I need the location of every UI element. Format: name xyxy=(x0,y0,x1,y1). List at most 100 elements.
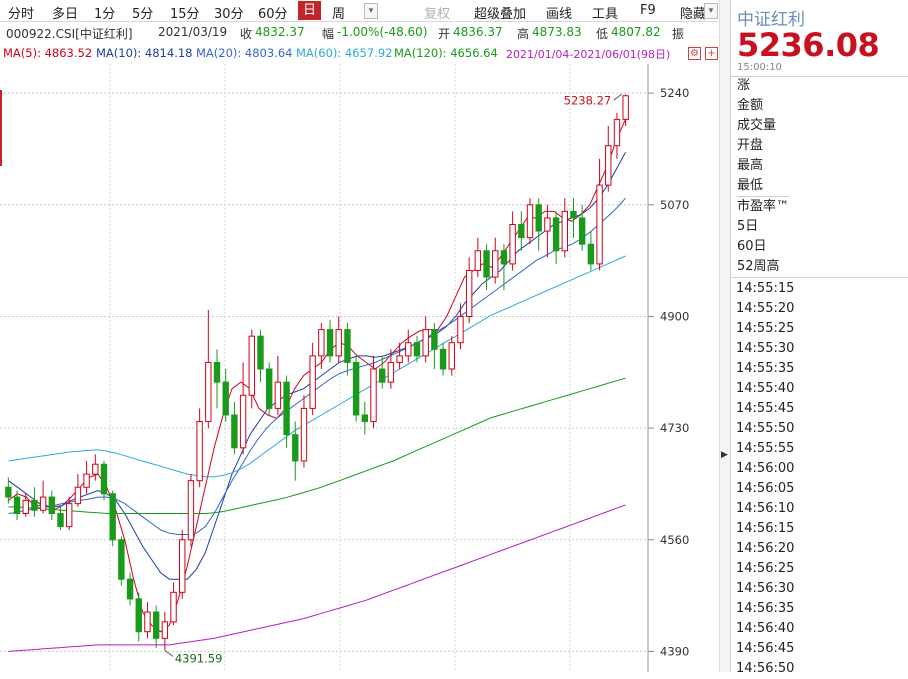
candle-body-up xyxy=(205,361,212,423)
candle-body-down xyxy=(213,361,221,383)
candle-body-up xyxy=(74,486,82,505)
candle-body-up xyxy=(596,184,603,265)
tick-time-row: 14:56:25 xyxy=(736,561,795,576)
candle-body-up xyxy=(448,342,455,370)
candle-body-up xyxy=(370,368,377,423)
price-tick-label: 4390 xyxy=(660,644,689,658)
tick-time-row: 14:56:30 xyxy=(736,581,795,596)
candle-body-down xyxy=(265,368,273,409)
candle-body-down xyxy=(109,493,116,541)
max-pointer xyxy=(613,93,622,101)
candle-body-up xyxy=(561,210,568,252)
candle-body-up xyxy=(187,480,195,541)
tick-time-row: 14:56:00 xyxy=(736,461,795,476)
tick-time-row: 14:55:25 xyxy=(736,321,795,336)
tick-time-row: 14:56:15 xyxy=(736,521,795,536)
stat-row-60d: 60日 xyxy=(737,239,767,254)
candle-body-down xyxy=(344,329,351,363)
chart-grid xyxy=(0,64,648,672)
ma-line-ma250 xyxy=(8,504,626,652)
moving-average-lines xyxy=(8,119,626,652)
candle-body-down xyxy=(500,250,508,265)
candle-body-down xyxy=(135,598,142,633)
candle-body-up xyxy=(526,204,534,239)
selection-marker xyxy=(0,90,2,166)
stat-row-pe: 市盈率™ xyxy=(737,196,790,217)
stat-row-amount: 金额 xyxy=(737,98,764,113)
candlestick-chart[interactable]: 5240 5070 4900 4730 4560 4390 5238.27 4391.59 xyxy=(0,0,722,672)
candle-body-up xyxy=(457,315,464,344)
tick-time-row: 14:56:10 xyxy=(736,501,795,516)
candle-body-up xyxy=(422,329,429,357)
candle-body-down xyxy=(431,329,438,350)
quote-side-panel: 中证红利 5236.08 15:00:10 涨 金额 成交量 开盘 最高 最低 … xyxy=(730,0,908,676)
candle-body-up xyxy=(396,355,403,363)
candle-body-down xyxy=(535,204,542,232)
tick-time-row: 14:56:50 xyxy=(736,661,795,676)
last-price: 5236.08 xyxy=(737,26,880,64)
candle-body-down xyxy=(126,578,134,600)
candle-body-up xyxy=(248,335,255,396)
price-tick-label: 5240 xyxy=(660,86,689,100)
candle-body-down xyxy=(439,348,447,370)
stat-row-volume: 成交量 xyxy=(737,118,777,133)
tick-time-row: 14:55:30 xyxy=(736,341,795,356)
price-tick-label: 4560 xyxy=(660,533,689,547)
candle-body-up xyxy=(144,611,151,633)
candle-body-down xyxy=(31,499,38,511)
candle-body-up xyxy=(605,145,612,186)
candle-body-down xyxy=(118,539,125,580)
candle-body-down xyxy=(379,368,386,383)
tick-time-row: 14:55:50 xyxy=(736,421,795,436)
candle-body-up xyxy=(179,539,186,593)
candle-body-up xyxy=(22,499,29,515)
candle-body-down xyxy=(552,217,560,252)
candle-body-up xyxy=(544,217,551,232)
candle-body-up xyxy=(509,224,516,265)
candle-body-up xyxy=(274,381,282,409)
min-price-label: 4391.59 xyxy=(175,651,223,665)
price-tick-label: 4900 xyxy=(660,309,689,323)
candle-body-down xyxy=(13,496,21,515)
divider-line xyxy=(731,277,908,278)
candle-body-up xyxy=(622,95,629,120)
candle-body-up xyxy=(335,329,342,357)
tick-time-row: 14:56:05 xyxy=(736,481,795,496)
candle-body-up xyxy=(300,407,308,462)
panel-divider[interactable]: ▶ xyxy=(719,0,730,672)
candle-body-up xyxy=(387,361,395,383)
candle-body-down xyxy=(483,250,490,278)
candle-body-up xyxy=(92,463,99,475)
candle-body-up xyxy=(83,473,90,488)
candle-body-down xyxy=(152,611,160,639)
candle-body-down xyxy=(352,361,360,416)
candle-body-up xyxy=(39,496,47,511)
candle-body-up xyxy=(196,421,203,482)
tick-time-row: 14:56:20 xyxy=(736,541,795,556)
tick-time-row: 14:55:55 xyxy=(736,441,795,456)
stats-list: 涨 金额 成交量 开盘 最高 最低 市盈率™ 5日 60日 52周高 xyxy=(737,76,790,277)
candle-body-down xyxy=(361,414,369,423)
candle-body-down xyxy=(222,381,229,416)
tick-time-row: 14:55:45 xyxy=(736,401,795,416)
candle-body-down xyxy=(283,381,290,436)
candle-body-up xyxy=(170,591,177,623)
tick-time-row: 14:56:35 xyxy=(736,601,795,616)
collapse-arrow-icon[interactable]: ▶ xyxy=(721,450,728,460)
max-price-label: 5238.27 xyxy=(564,93,612,107)
tick-time-list[interactable]: 14:55:15 14:55:20 14:55:25 14:55:30 14:55:35… xyxy=(736,279,794,679)
candles xyxy=(5,94,629,651)
tick-time-row: 14:55:35 xyxy=(736,361,795,376)
candle-body-up xyxy=(239,394,247,449)
candle-body-down xyxy=(100,463,108,495)
candle-body-up xyxy=(318,329,325,357)
price-tick-label: 5070 xyxy=(660,198,689,212)
ma-line-ma60 xyxy=(8,255,626,478)
price-axis: 5240 5070 4900 4730 4560 4390 xyxy=(647,64,689,672)
candle-body-down xyxy=(57,513,64,528)
stat-row-change: 涨 xyxy=(737,78,751,93)
candle-body-up xyxy=(492,250,499,278)
candle-body-up xyxy=(161,621,169,639)
candle-body-down xyxy=(578,217,586,245)
candle-body-down xyxy=(231,414,238,449)
